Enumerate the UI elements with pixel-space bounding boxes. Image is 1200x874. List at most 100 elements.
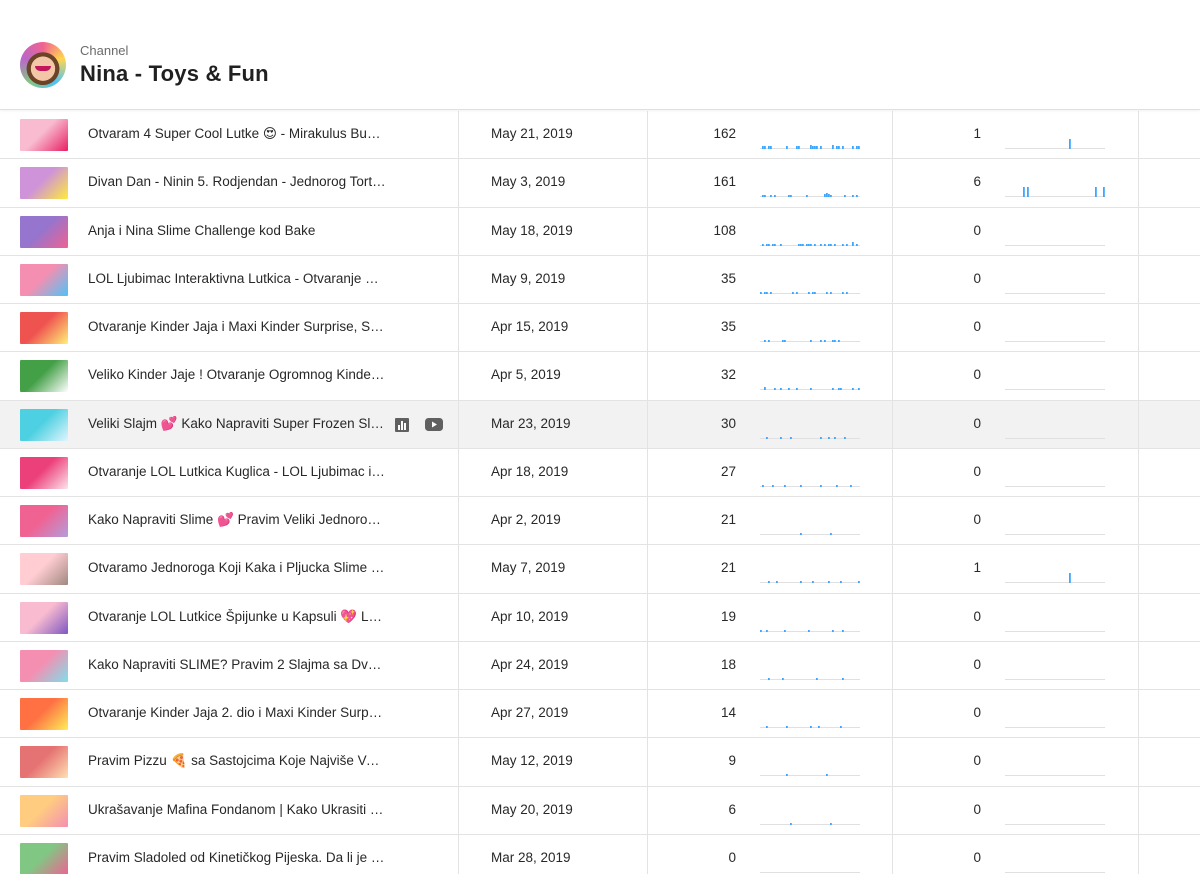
sparkline-bar (802, 243, 804, 246)
video-thumbnail[interactable] (20, 746, 68, 779)
publish-date: Apr 15, 2019 (491, 319, 569, 334)
video-title[interactable]: Kako Napraviti SLIME? Pravim 2 Slajma sa… (88, 657, 386, 672)
video-thumbnail[interactable] (20, 456, 68, 489)
table-row[interactable]: Veliki Slajm 💕 Kako Napraviti Super Froz… (0, 400, 1200, 449)
sparkline-bar (1027, 187, 1029, 198)
publish-date: May 7, 2019 (491, 560, 566, 576)
sparkline-bar (798, 243, 800, 246)
sparkline-bar (766, 726, 768, 728)
table-row[interactable]: Otvaranje Kinder Jaja i Maxi Kinder Surp… (0, 304, 1200, 353)
views-sparkline (760, 193, 860, 198)
video-thumbnail[interactable] (20, 842, 68, 874)
table-row[interactable]: Otvaram 4 Super Cool Lutke 😍 - Mirakulus… (0, 111, 1200, 160)
sparkline-bar (774, 195, 776, 198)
video-title[interactable]: Otvaram 4 Super Cool Lutke 😍 - Mirakulus… (88, 126, 386, 142)
table-row[interactable]: Pravim Sladoled od Kinetičkog Pijeska. D… (0, 835, 1200, 874)
video-thumbnail[interactable] (20, 649, 68, 682)
table-row[interactable]: Veliko Kinder Jaje ! Otvaranje Ogromnog … (0, 352, 1200, 401)
sparkline-bar (1069, 573, 1071, 584)
video-thumbnail[interactable] (20, 215, 68, 248)
sparkline-bar (768, 146, 770, 149)
views-sparkline (760, 581, 860, 584)
channel-label: Channel (80, 43, 129, 58)
views-count: 19 (720, 608, 736, 624)
table-row[interactable]: Kako Napraviti SLIME? Pravim 2 Slajma sa… (0, 642, 1200, 690)
sparkline-bar (832, 340, 834, 342)
sparkline-bar (774, 243, 776, 246)
video-title[interactable]: Pravim Sladoled od Kinetičkog Pijeska. D… (88, 850, 386, 865)
video-thumbnail[interactable] (20, 360, 68, 393)
video-thumbnail[interactable] (20, 794, 68, 827)
video-thumbnail[interactable] (20, 408, 68, 441)
sparkline-bar (812, 581, 814, 584)
column-divider (647, 111, 648, 874)
likes-sparkline (1005, 727, 1105, 728)
video-title[interactable]: Kako Napraviti Slime 💕 Pravim Veliki Jed… (88, 512, 386, 528)
table-row[interactable]: Otvaranje Kinder Jaja 2. dio i Maxi Kind… (0, 690, 1200, 739)
sparkline-bar (820, 146, 822, 149)
video-thumbnail[interactable] (20, 698, 68, 730)
sparkline-bar (820, 484, 822, 487)
views-sparkline (760, 677, 860, 680)
sparkline-bar (832, 145, 834, 149)
video-thumbnail[interactable] (20, 312, 68, 344)
sparkline-bar (844, 436, 846, 439)
video-title[interactable]: LOL Ljubimac Interaktivna Lutkica - Otva… (88, 271, 386, 286)
video-title[interactable]: Otvaranje LOL Lutkice Špijunke u Kapsuli… (88, 609, 386, 625)
video-thumbnail[interactable] (20, 601, 68, 634)
sparkline-bar (766, 629, 768, 632)
views-sparkline (760, 340, 860, 342)
sparkline-bar (828, 436, 830, 439)
sparkline-bar (814, 291, 816, 294)
table-row[interactable]: Otvaranje LOL Lutkice Špijunke u Kapsuli… (0, 594, 1200, 642)
youtube-play-icon[interactable] (424, 416, 444, 434)
video-title[interactable]: Pravim Pizzu 🍕 sa Sastojcima Koje Najviš… (88, 753, 386, 769)
table-row[interactable]: LOL Ljubimac Interaktivna Lutkica - Otva… (0, 256, 1200, 304)
video-title[interactable]: Otvaranje Kinder Jaja i Maxi Kinder Surp… (88, 319, 386, 334)
sparkline-bar (788, 195, 790, 198)
likes-count: 1 (973, 126, 981, 141)
sparkline-bar (828, 194, 830, 198)
sparkline-bar (796, 388, 798, 391)
table-row[interactable]: Anja i Nina Slime Challenge kod Bake May … (0, 208, 1200, 256)
table-row[interactable]: Otvaramo Jednoroga Koji Kaka i Pljucka S… (0, 545, 1200, 594)
sparkline-bar (760, 291, 762, 294)
sparkline-bar (762, 146, 764, 149)
analytics-icon[interactable] (393, 416, 411, 434)
table-row[interactable]: Divan Dan - Ninin 5. Rodjendan - Jednoro… (0, 159, 1200, 208)
views-sparkline (760, 774, 860, 777)
sparkline-bar (820, 436, 822, 439)
table-row[interactable]: Otvaranje LOL Lutkica Kuglica - LOL Ljub… (0, 449, 1200, 497)
likes-count: 1 (973, 560, 981, 576)
table-row[interactable]: Kako Napraviti Slime 💕 Pravim Veliki Jed… (0, 497, 1200, 546)
sparkline-bar (858, 388, 860, 391)
sparkline-bar (852, 241, 854, 246)
sparkline-bar (840, 726, 842, 728)
sparkline-bar (784, 340, 786, 342)
channel-avatar[interactable] (20, 42, 66, 88)
table-row[interactable]: Ukrašavanje Mafina Fondanom | Kako Ukras… (0, 787, 1200, 835)
table-row[interactable]: Pravim Pizzu 🍕 sa Sastojcima Koje Najviš… (0, 738, 1200, 787)
sparkline-bar (838, 388, 840, 391)
video-thumbnail[interactable] (20, 119, 68, 151)
video-title[interactable]: Otvaranje Kinder Jaja 2. dio i Maxi Kind… (88, 705, 386, 720)
video-title[interactable]: Otvaramo Jednoroga Koji Kaka i Pljucka S… (88, 560, 386, 575)
sparkline-bar (812, 146, 814, 149)
video-thumbnail[interactable] (20, 553, 68, 586)
video-thumbnail[interactable] (20, 167, 68, 200)
video-title[interactable]: Divan Dan - Ninin 5. Rodjendan - Jednoro… (88, 174, 386, 189)
likes-sparkline (1005, 678, 1105, 680)
video-title[interactable]: Ukrašavanje Mafina Fondanom | Kako Ukras… (88, 802, 386, 817)
likes-sparkline (1005, 389, 1105, 391)
video-title[interactable]: Veliko Kinder Jaje ! Otvaranje Ogromnog … (88, 367, 386, 382)
video-thumbnail[interactable] (20, 505, 68, 537)
sparkline-bar (842, 629, 844, 632)
sparkline-bar (852, 388, 854, 391)
video-title[interactable]: Otvaranje LOL Lutkica Kuglica - LOL Ljub… (88, 464, 386, 479)
video-title[interactable]: Anja i Nina Slime Challenge kod Bake (88, 223, 386, 238)
sparkline-bar (780, 243, 782, 246)
video-thumbnail[interactable] (20, 263, 68, 296)
channel-name[interactable]: Nina - Toys & Fun (80, 61, 269, 87)
views-sparkline (760, 533, 860, 535)
video-title[interactable]: Veliki Slajm 💕 Kako Napraviti Super Froz… (88, 416, 384, 432)
